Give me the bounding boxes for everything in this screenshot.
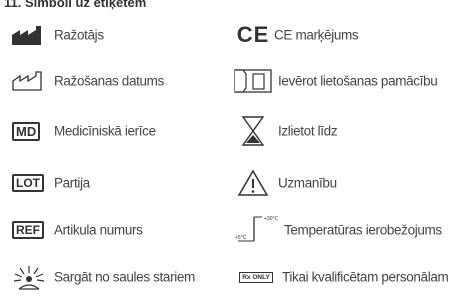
symbol-manufacture-date: Ražošanas datums bbox=[10, 66, 210, 96]
instructions-icon bbox=[234, 66, 272, 96]
symbol-label: Ievērot lietošanas pamācību bbox=[278, 73, 438, 89]
temperature-icon: +30°C +5°C bbox=[234, 215, 280, 245]
manufacture-date-icon bbox=[10, 66, 48, 96]
symbol-ce-mark: CE CE marķējums bbox=[234, 20, 460, 50]
symbol-label: Ražošanas datums bbox=[54, 73, 164, 89]
lot-icon: LOT bbox=[10, 168, 50, 198]
symbol-temperature-limit: +30°C +5°C Temperatūras ierobežojums bbox=[234, 215, 460, 245]
symbol-lot: LOT Partija bbox=[10, 168, 210, 198]
symbol-instructions: Ievērot lietošanas pamācību bbox=[234, 66, 460, 96]
svg-text:+30°C: +30°C bbox=[264, 216, 278, 222]
symbol-use-by: Izlietot līdz bbox=[234, 116, 460, 146]
symbol-rx-only: Rx ONLY Tikai kvalificētam personālam bbox=[234, 262, 460, 292]
symbol-label: Medicīniskā ierīce bbox=[54, 123, 156, 139]
ce-mark-icon: CE bbox=[236, 22, 270, 47]
symbol-manufacturer: Ražotājs bbox=[10, 20, 210, 50]
rx-only-icon: Rx ONLY bbox=[234, 262, 278, 292]
symbol-label: CE marķējums bbox=[274, 27, 359, 43]
symbol-ref: REF Artikula numurs bbox=[10, 215, 210, 245]
md-icon: MD bbox=[10, 116, 50, 146]
symbol-label: Ražotājs bbox=[54, 27, 104, 43]
manufacturer-icon bbox=[10, 20, 48, 50]
symbol-sunlight: Sargāt no saules stariem bbox=[10, 262, 230, 292]
symbol-label: Izlietot līdz bbox=[278, 123, 338, 139]
symbol-caution: Uzmanību bbox=[234, 168, 460, 198]
section-heading: 11. Simboli uz etiķetēm bbox=[4, 0, 147, 10]
symbol-medical-device: MD Medicīniskā ierīce bbox=[10, 116, 210, 146]
svg-text:+5°C: +5°C bbox=[235, 235, 247, 241]
ref-icon: REF bbox=[10, 215, 50, 245]
symbol-label: Uzmanību bbox=[278, 175, 337, 191]
symbol-label: Tikai kvalificētam personālam bbox=[282, 269, 449, 285]
hourglass-icon bbox=[234, 116, 272, 146]
symbol-label: Sargāt no saules stariem bbox=[54, 269, 195, 285]
symbol-label: Partija bbox=[54, 175, 90, 191]
symbol-label: Temperatūras ierobežojums bbox=[284, 222, 442, 238]
sunlight-icon bbox=[10, 262, 48, 292]
caution-icon bbox=[234, 168, 272, 198]
symbol-label: Artikula numurs bbox=[54, 222, 143, 238]
